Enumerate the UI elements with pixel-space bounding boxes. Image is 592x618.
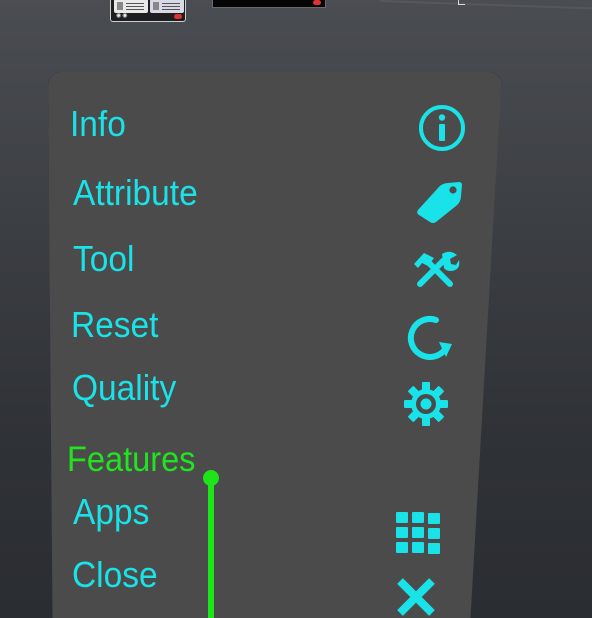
tag-icon[interactable] xyxy=(414,176,466,224)
thumbnail-card[interactable]: ◉◉ xyxy=(110,0,186,22)
info-icon[interactable] xyxy=(418,104,466,152)
menu-item-reset[interactable]: Reset xyxy=(71,305,158,345)
record-icon xyxy=(174,14,182,19)
thumbnail-preview xyxy=(150,0,184,13)
tools-icon[interactable] xyxy=(412,250,460,290)
menu-item-info[interactable]: Info xyxy=(70,104,126,144)
section-heading-features: Features xyxy=(67,440,196,479)
menu-item-apps[interactable]: Apps xyxy=(73,492,149,532)
menu-item-tool[interactable]: Tool xyxy=(73,239,134,279)
menu-item-close[interactable]: Close xyxy=(72,555,158,595)
record-icon xyxy=(313,0,321,5)
thumbnail-dark-window[interactable] xyxy=(212,0,326,8)
background-horizon xyxy=(379,0,592,31)
eye-icon: ◉◉ xyxy=(116,13,129,19)
menu-item-quality[interactable]: Quality xyxy=(72,368,176,408)
thumbnail-preview xyxy=(114,0,148,13)
close-icon[interactable] xyxy=(395,577,437,617)
gear-icon[interactable] xyxy=(402,380,450,428)
background-bracket xyxy=(458,0,465,5)
features-scroll-handle[interactable] xyxy=(203,470,219,486)
menu-item-attribute[interactable]: Attribute xyxy=(73,173,198,213)
grid-icon[interactable] xyxy=(396,512,442,556)
features-scroll-rail[interactable] xyxy=(208,478,214,618)
reset-icon[interactable] xyxy=(406,314,454,360)
